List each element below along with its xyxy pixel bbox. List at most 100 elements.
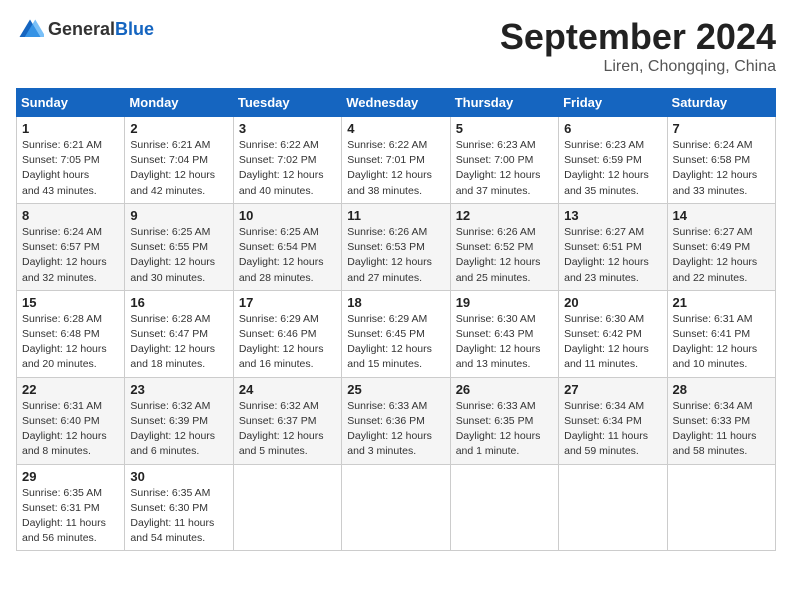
day-info: Sunrise: 6:22 AMSunset: 7:02 PMDaylight:…: [239, 138, 336, 199]
day-number: 12: [456, 208, 553, 223]
day-of-week-header: Wednesday: [342, 89, 450, 117]
calendar-week-row: 22 Sunrise: 6:31 AMSunset: 6:40 PMDayligh…: [17, 377, 776, 464]
day-info: Sunrise: 6:25 AMSunset: 6:55 PMDaylight:…: [130, 225, 227, 286]
calendar-week-row: 8 Sunrise: 6:24 AMSunset: 6:57 PMDaylight…: [17, 203, 776, 290]
calendar-day-cell: 7 Sunrise: 6:24 AMSunset: 6:58 PMDaylight…: [667, 117, 775, 204]
calendar-header-row: SundayMondayTuesdayWednesdayThursdayFrid…: [17, 89, 776, 117]
day-number: 5: [456, 121, 553, 136]
day-number: 14: [673, 208, 770, 223]
day-number: 17: [239, 295, 336, 310]
day-info: Sunrise: 6:27 AMSunset: 6:51 PMDaylight:…: [564, 225, 661, 286]
day-info: Sunrise: 6:25 AMSunset: 6:54 PMDaylight:…: [239, 225, 336, 286]
day-info: Sunrise: 6:21 AMSunset: 7:04 PMDaylight:…: [130, 138, 227, 199]
calendar-day-cell: 29 Sunrise: 6:35 AMSunset: 6:31 PMDayligh…: [17, 464, 125, 551]
day-number: 3: [239, 121, 336, 136]
calendar-day-cell: 10 Sunrise: 6:25 AMSunset: 6:54 PMDayligh…: [233, 203, 341, 290]
logo: GeneralBlue: [16, 16, 154, 44]
day-number: 20: [564, 295, 661, 310]
day-number: 15: [22, 295, 119, 310]
title-block: September 2024 Liren, Chongqing, China: [500, 16, 776, 76]
day-info: Sunrise: 6:35 AMSunset: 6:31 PMDaylight:…: [22, 486, 119, 547]
day-number: 19: [456, 295, 553, 310]
calendar-week-row: 29 Sunrise: 6:35 AMSunset: 6:31 PMDayligh…: [17, 464, 776, 551]
day-info: Sunrise: 6:24 AMSunset: 6:58 PMDaylight:…: [673, 138, 770, 199]
day-number: 2: [130, 121, 227, 136]
page-header: GeneralBlue September 2024 Liren, Chongq…: [16, 16, 776, 76]
calendar-day-cell: 25 Sunrise: 6:33 AMSunset: 6:36 PMDayligh…: [342, 377, 450, 464]
location-title: Liren, Chongqing, China: [500, 58, 776, 76]
month-title: September 2024: [500, 16, 776, 58]
day-number: 25: [347, 382, 444, 397]
calendar-day-cell: 4Sunrise: 6:22 AMSunset: 7:01 PMDaylight…: [342, 117, 450, 204]
day-number: 21: [673, 295, 770, 310]
calendar-day-cell: 20 Sunrise: 6:30 AMSunset: 6:42 PMDayligh…: [559, 290, 667, 377]
day-info: Sunrise: 6:21 AMSunset: 7:05 PMDaylight …: [22, 138, 119, 199]
calendar-day-cell: 8 Sunrise: 6:24 AMSunset: 6:57 PMDaylight…: [17, 203, 125, 290]
calendar-day-cell: 5 Sunrise: 6:23 AMSunset: 7:00 PMDaylight…: [450, 117, 558, 204]
day-number: 16: [130, 295, 227, 310]
calendar-day-cell: [559, 464, 667, 551]
calendar-day-cell: [342, 464, 450, 551]
calendar-day-cell: 2 Sunrise: 6:21 AMSunset: 7:04 PMDaylight…: [125, 117, 233, 204]
day-number: 9: [130, 208, 227, 223]
calendar-table: SundayMondayTuesdayWednesdayThursdayFrid…: [16, 88, 776, 551]
day-number: 10: [239, 208, 336, 223]
day-number: 28: [673, 382, 770, 397]
calendar-day-cell: 24Sunrise: 6:32 AMSunset: 6:37 PMDayligh…: [233, 377, 341, 464]
day-info: Sunrise: 6:32 AMSunset: 6:39 PMDaylight:…: [130, 399, 227, 460]
calendar-day-cell: 18 Sunrise: 6:29 AMSunset: 6:45 PMDayligh…: [342, 290, 450, 377]
calendar-week-row: 15 Sunrise: 6:28 AMSunset: 6:48 PMDayligh…: [17, 290, 776, 377]
day-number: 18: [347, 295, 444, 310]
day-info: Sunrise: 6:34 AMSunset: 6:34 PMDaylight:…: [564, 399, 661, 460]
day-number: 23: [130, 382, 227, 397]
day-of-week-header: Sunday: [17, 89, 125, 117]
calendar-day-cell: [667, 464, 775, 551]
calendar-day-cell: 3 Sunrise: 6:22 AMSunset: 7:02 PMDaylight…: [233, 117, 341, 204]
calendar-day-cell: 27 Sunrise: 6:34 AMSunset: 6:34 PMDayligh…: [559, 377, 667, 464]
day-number: 8: [22, 208, 119, 223]
day-info: Sunrise: 6:30 AMSunset: 6:43 PMDaylight:…: [456, 312, 553, 373]
day-number: 22: [22, 382, 119, 397]
calendar-day-cell: 6 Sunrise: 6:23 AMSunset: 6:59 PMDaylight…: [559, 117, 667, 204]
day-of-week-header: Thursday: [450, 89, 558, 117]
day-of-week-header: Saturday: [667, 89, 775, 117]
day-info: Sunrise: 6:35 AMSunset: 6:30 PMDaylight:…: [130, 486, 227, 547]
day-info: Sunrise: 6:23 AMSunset: 7:00 PMDaylight:…: [456, 138, 553, 199]
calendar-day-cell: 9 Sunrise: 6:25 AMSunset: 6:55 PMDaylight…: [125, 203, 233, 290]
day-info: Sunrise: 6:28 AMSunset: 6:48 PMDaylight:…: [22, 312, 119, 373]
day-info: Sunrise: 6:29 AMSunset: 6:45 PMDaylight:…: [347, 312, 444, 373]
day-info: Sunrise: 6:33 AMSunset: 6:36 PMDaylight:…: [347, 399, 444, 460]
calendar-day-cell: 19 Sunrise: 6:30 AMSunset: 6:43 PMDayligh…: [450, 290, 558, 377]
day-number: 6: [564, 121, 661, 136]
day-number: 1: [22, 121, 119, 136]
day-info: Sunrise: 6:34 AMSunset: 6:33 PMDaylight:…: [673, 399, 770, 460]
day-number: 29: [22, 469, 119, 484]
day-info: Sunrise: 6:26 AMSunset: 6:52 PMDaylight:…: [456, 225, 553, 286]
logo-icon: [16, 16, 44, 44]
day-info: Sunrise: 6:26 AMSunset: 6:53 PMDaylight:…: [347, 225, 444, 286]
logo-text: GeneralBlue: [48, 20, 154, 40]
day-number: 26: [456, 382, 553, 397]
day-of-week-header: Tuesday: [233, 89, 341, 117]
day-number: 24: [239, 382, 336, 397]
calendar-day-cell: 13Sunrise: 6:27 AMSunset: 6:51 PMDayligh…: [559, 203, 667, 290]
calendar-day-cell: 11Sunrise: 6:26 AMSunset: 6:53 PMDayligh…: [342, 203, 450, 290]
calendar-day-cell: 23 Sunrise: 6:32 AMSunset: 6:39 PMDayligh…: [125, 377, 233, 464]
day-info: Sunrise: 6:28 AMSunset: 6:47 PMDaylight:…: [130, 312, 227, 373]
day-info: Sunrise: 6:30 AMSunset: 6:42 PMDaylight:…: [564, 312, 661, 373]
calendar-day-cell: 1 Sunrise: 6:21 AMSunset: 7:05 PMDaylight…: [17, 117, 125, 204]
calendar-day-cell: 21Sunrise: 6:31 AMSunset: 6:41 PMDayligh…: [667, 290, 775, 377]
calendar-day-cell: 22 Sunrise: 6:31 AMSunset: 6:40 PMDayligh…: [17, 377, 125, 464]
day-info: Sunrise: 6:31 AMSunset: 6:40 PMDaylight:…: [22, 399, 119, 460]
day-number: 4: [347, 121, 444, 136]
day-info: Sunrise: 6:24 AMSunset: 6:57 PMDaylight:…: [22, 225, 119, 286]
day-info: Sunrise: 6:23 AMSunset: 6:59 PMDaylight:…: [564, 138, 661, 199]
calendar-day-cell: 14Sunrise: 6:27 AMSunset: 6:49 PMDayligh…: [667, 203, 775, 290]
day-number: 7: [673, 121, 770, 136]
day-info: Sunrise: 6:33 AMSunset: 6:35 PMDaylight:…: [456, 399, 553, 460]
calendar-day-cell: 30Sunrise: 6:35 AMSunset: 6:30 PMDayligh…: [125, 464, 233, 551]
day-number: 27: [564, 382, 661, 397]
calendar-day-cell: [450, 464, 558, 551]
calendar-day-cell: 28 Sunrise: 6:34 AMSunset: 6:33 PMDayligh…: [667, 377, 775, 464]
calendar-week-row: 1 Sunrise: 6:21 AMSunset: 7:05 PMDaylight…: [17, 117, 776, 204]
